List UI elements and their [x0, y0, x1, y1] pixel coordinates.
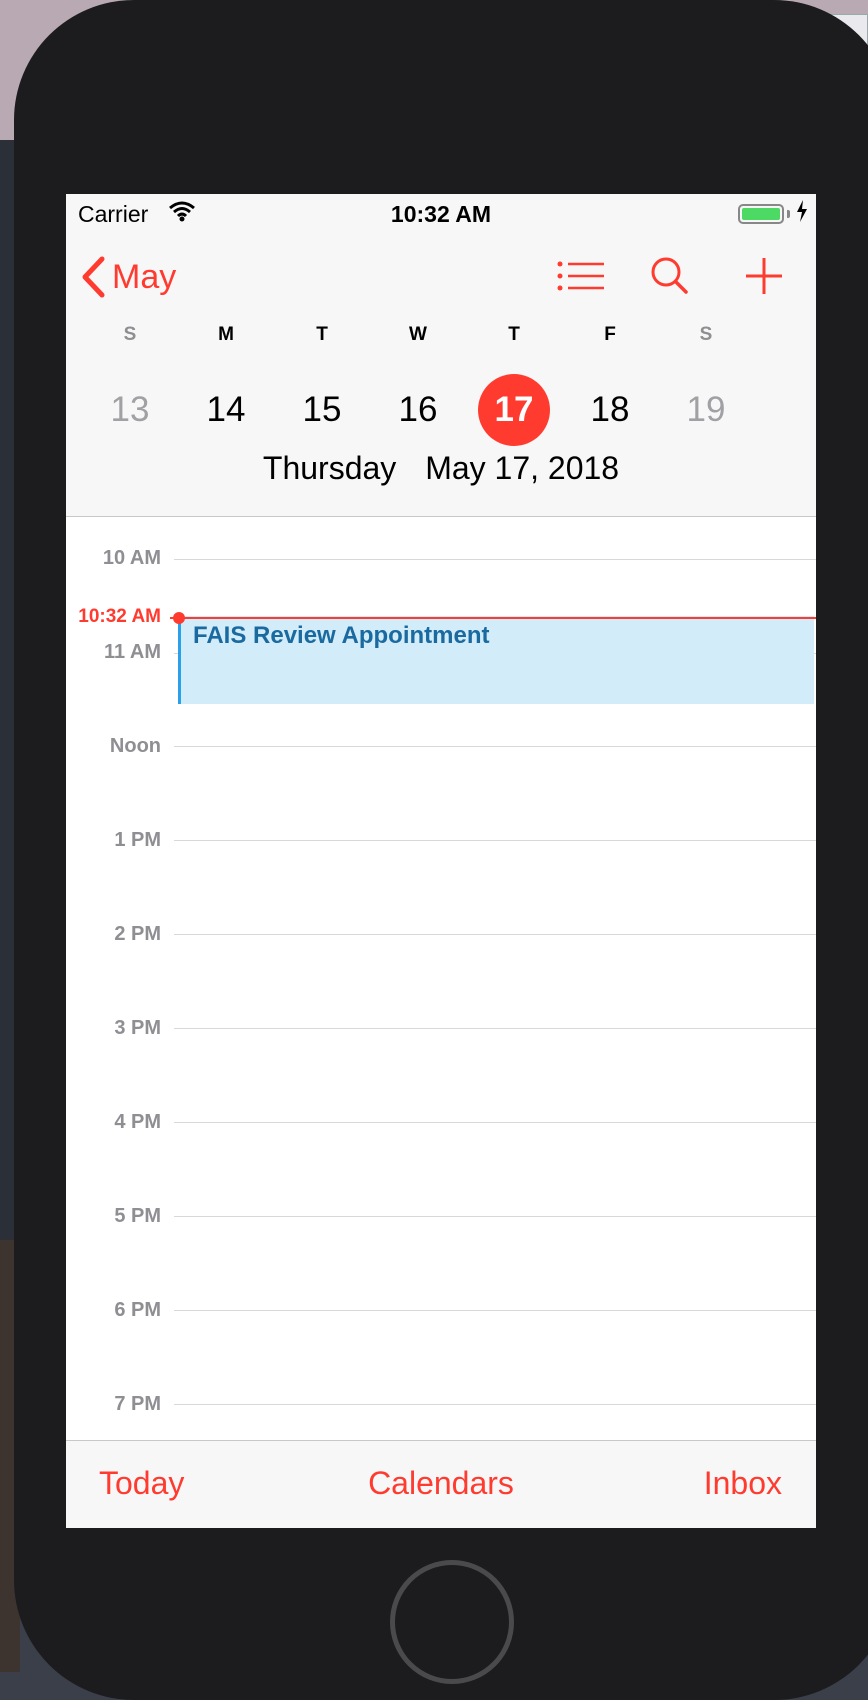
- hour-line: [174, 934, 816, 935]
- hour-line: [174, 1404, 816, 1405]
- date-cell[interactable]: 14: [190, 374, 262, 446]
- back-to-month-button[interactable]: May: [80, 252, 176, 302]
- chevron-left-icon: [82, 256, 105, 298]
- weekday-label: F: [604, 324, 616, 345]
- status-time: 10:32 AM: [390, 201, 492, 227]
- date-cell[interactable]: 15: [286, 374, 358, 446]
- current-time-line: [170, 617, 816, 619]
- full-date-label: Thursday May 17, 2018: [66, 450, 816, 487]
- hour-line: [174, 559, 816, 560]
- calendar-screen: Carrier 10:32 AM May S M T W T F S 13 14…: [66, 194, 816, 1528]
- battery-tip: [787, 210, 790, 218]
- battery-icon: [738, 204, 784, 224]
- hour-label: 1 PM: [114, 829, 161, 851]
- weekday-label: M: [218, 324, 234, 345]
- hour-label: 2 PM: [114, 923, 161, 945]
- list-view-icon[interactable]: [556, 254, 608, 298]
- hour-label: 7 PM: [114, 1393, 161, 1415]
- selected-date-cell[interactable]: 17: [478, 374, 550, 446]
- hour-label: 3 PM: [114, 1017, 161, 1039]
- weekday-label: T: [508, 324, 520, 345]
- search-icon[interactable]: [648, 254, 692, 298]
- week-date-strip: 13 14 15 16 17 18 19: [66, 374, 816, 446]
- date-cell[interactable]: 18: [574, 374, 646, 446]
- hour-label: 10 AM: [102, 547, 161, 569]
- date-text: May 17, 2018: [425, 450, 620, 486]
- hour-line: [174, 840, 816, 841]
- current-time-label: 10:32 AM: [78, 606, 161, 627]
- day-name: Thursday: [262, 450, 397, 486]
- weekday-header: S M T W T F S: [66, 324, 816, 354]
- day-timeline[interactable]: 10 AM 11 AM Noon 1 PM 2 PM 3 PM 4 PM 5 P…: [66, 517, 816, 1445]
- calendars-button[interactable]: Calendars: [368, 1465, 514, 1501]
- hour-label: 6 PM: [114, 1299, 161, 1321]
- hour-line: [174, 1028, 816, 1029]
- event-block[interactable]: FAIS Review Appointment: [178, 616, 814, 704]
- calendar-navbar: May S M T W T F S 13 14 15 16 17 18 19 T…: [66, 234, 816, 517]
- today-button[interactable]: Today: [99, 1465, 184, 1502]
- hour-line: [174, 746, 816, 747]
- weekday-label: T: [316, 324, 328, 345]
- hour-label: 11 AM: [103, 641, 161, 663]
- event-title: FAIS Review Appointment: [193, 622, 490, 649]
- hour-line: [174, 1122, 816, 1123]
- weekday-label: S: [699, 324, 713, 345]
- status-bar: Carrier 10:32 AM: [66, 194, 816, 234]
- hour-line: [174, 1216, 816, 1217]
- bottom-toolbar: Today Calendars Inbox: [66, 1440, 816, 1528]
- back-label: May: [112, 257, 177, 296]
- charging-bolt-icon: [797, 200, 807, 222]
- hour-line: [174, 1310, 816, 1311]
- date-cell[interactable]: 19: [670, 374, 742, 446]
- inbox-button[interactable]: Inbox: [704, 1465, 782, 1502]
- home-button[interactable]: [390, 1560, 514, 1684]
- hour-label: 5 PM: [114, 1205, 161, 1227]
- current-time-dot: [173, 612, 185, 624]
- weekday-label: S: [123, 324, 137, 345]
- date-cell[interactable]: 13: [94, 374, 166, 446]
- weekday-label: W: [409, 324, 427, 345]
- hour-label: 4 PM: [114, 1111, 161, 1133]
- date-cell[interactable]: 16: [382, 374, 454, 446]
- hour-label: Noon: [109, 735, 161, 757]
- add-event-icon[interactable]: [742, 254, 786, 298]
